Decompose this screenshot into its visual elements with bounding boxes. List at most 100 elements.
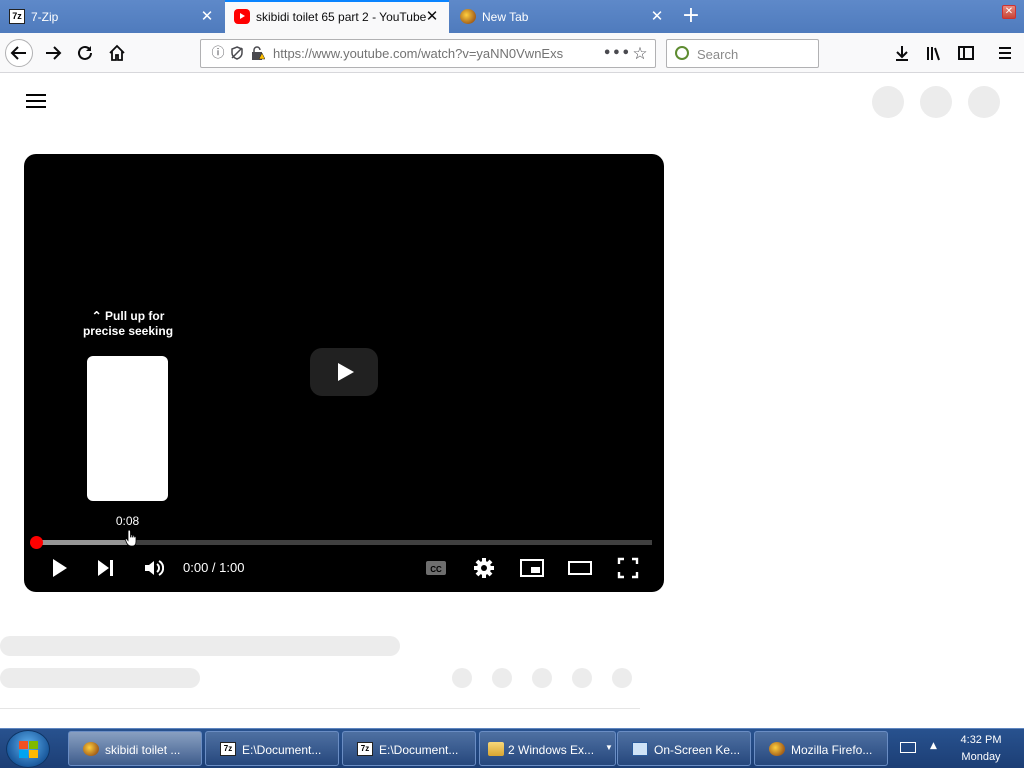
keyboard-layout-icon[interactable] xyxy=(900,742,916,753)
clock-time: 4:32 PM xyxy=(960,734,1002,746)
scrubber-handle[interactable] xyxy=(30,536,43,549)
chevron-down-icon: ▼ xyxy=(605,743,613,752)
closed-captions-icon: CC xyxy=(426,561,446,575)
taskbar-item-on-screen-keyboard[interactable]: On-Screen Ke... xyxy=(617,731,751,766)
hamburger-icon xyxy=(999,47,1011,59)
taskbar-item-label: On-Screen Ke... xyxy=(654,743,741,757)
channel-placeholder xyxy=(0,668,200,688)
action-placeholder xyxy=(452,668,472,688)
firefox-icon xyxy=(83,742,99,756)
home-icon xyxy=(109,44,125,61)
taskbar-item-windows-explorer[interactable]: 2 Windows Ex... ▼ xyxy=(479,731,616,766)
sidebar-button[interactable] xyxy=(952,39,980,67)
screen: 7z 7-Zip ✕ skibidi toilet 65 part 2 - Yo… xyxy=(0,0,1024,768)
menu-button[interactable] xyxy=(991,39,1019,67)
insecure-lock-icon[interactable] xyxy=(248,45,266,63)
clock[interactable]: 4:32 PM Monday xyxy=(950,732,1012,766)
taskbar-item-7zip-2[interactable]: 7z E:\Document... xyxy=(342,731,476,766)
tab-label: 7-Zip xyxy=(31,10,59,24)
taskbar-item-label: 2 Windows Ex... xyxy=(508,743,595,757)
seek-preview-thumbnail xyxy=(87,356,168,501)
7zip-icon: 7z xyxy=(357,742,373,756)
youtube-icon xyxy=(234,9,250,24)
action-placeholder xyxy=(532,668,552,688)
info-icon[interactable]: ⓘ xyxy=(209,45,227,63)
library-icon xyxy=(927,47,940,61)
mute-button[interactable] xyxy=(139,556,167,580)
tab-label: skibidi toilet 65 part 2 - YouTube xyxy=(256,10,427,24)
time-display: 0:00 / 1:00 xyxy=(183,560,245,575)
tab-7zip[interactable]: 7z 7-Zip ✕ xyxy=(0,0,224,33)
miniplayer-icon xyxy=(520,559,544,577)
video-player[interactable]: ⌃ Pull up for precise seeking 0:08 0:00 … xyxy=(24,154,664,592)
reload-button[interactable] xyxy=(71,39,99,67)
page-actions-icon[interactable]: ••• xyxy=(603,45,630,63)
progress-hover-fill xyxy=(36,540,129,545)
taskbar-item-label: E:\Document... xyxy=(242,743,322,757)
url-bar[interactable]: ⓘ https://www.youtube.com/watch?v=yaNN0V… xyxy=(200,39,656,68)
navigation-toolbar: ⓘ https://www.youtube.com/watch?v=yaNN0V… xyxy=(0,33,1024,73)
taskbar-item-firefox-youtube[interactable]: skibidi toilet ... xyxy=(68,731,202,766)
gear-icon xyxy=(474,558,494,578)
next-button[interactable] xyxy=(91,556,119,580)
taskbar-item-7zip-1[interactable]: 7z E:\Document... xyxy=(205,731,339,766)
bookmark-star-icon[interactable]: ☆ xyxy=(631,45,649,63)
clock-day: Monday xyxy=(961,751,1001,763)
forward-button[interactable] xyxy=(39,39,67,67)
settings-button[interactable] xyxy=(470,556,498,580)
divider xyxy=(0,708,640,709)
firefox-icon xyxy=(460,9,476,24)
7zip-icon: 7z xyxy=(9,9,25,24)
search-input[interactable]: Search xyxy=(666,39,819,68)
tab-label: New Tab xyxy=(482,10,529,24)
tab-strip: 7z 7-Zip ✕ skibidi toilet 65 part 2 - Yo… xyxy=(0,0,1024,33)
seek-preview-time: 0:08 xyxy=(115,514,140,528)
tab-youtube[interactable]: skibidi toilet 65 part 2 - YouTube ✕ xyxy=(225,0,449,33)
taskbar-item-label: skibidi toilet ... xyxy=(105,743,181,757)
fullscreen-icon xyxy=(617,557,639,579)
start-button[interactable] xyxy=(6,730,50,768)
show-hidden-icons-button[interactable]: ▲ xyxy=(930,741,937,751)
arrow-left-icon xyxy=(10,46,26,60)
folder-icon xyxy=(488,742,504,756)
action-placeholder xyxy=(612,668,632,688)
search-icon xyxy=(675,46,689,60)
action-placeholder xyxy=(572,668,592,688)
close-icon[interactable]: ✕ xyxy=(200,9,214,24)
keyboard-icon xyxy=(632,742,648,756)
back-button[interactable] xyxy=(5,39,33,67)
download-icon xyxy=(896,46,908,61)
large-play-button[interactable] xyxy=(310,348,378,396)
taskbar: skibidi toilet ... 7z E:\Document... 7z … xyxy=(0,728,1024,768)
title-placeholder xyxy=(0,636,400,656)
taskbar-item-label: Mozilla Firefo... xyxy=(791,743,873,757)
tracking-protection-icon[interactable] xyxy=(228,45,246,63)
search-placeholder: Search xyxy=(697,47,739,62)
tab-new-tab[interactable]: New Tab ✕ xyxy=(451,0,675,33)
new-tab-button[interactable]: + xyxy=(681,5,701,27)
play-button[interactable] xyxy=(45,556,73,580)
header-placeholder-circle xyxy=(968,86,1000,118)
svg-text:CC: CC xyxy=(430,565,442,574)
windows-logo-icon xyxy=(19,741,39,759)
url-text: https://www.youtube.com/watch?v=yaNN0Vwn… xyxy=(273,46,564,61)
guide-menu-button[interactable] xyxy=(26,94,46,110)
action-placeholder xyxy=(492,668,512,688)
library-button[interactable] xyxy=(920,39,948,67)
close-icon[interactable]: ✕ xyxy=(425,9,439,24)
home-button[interactable] xyxy=(103,39,131,67)
taskbar-item-mozilla-firefox[interactable]: Mozilla Firefo... xyxy=(754,731,888,766)
window-close-button[interactable]: ✕ xyxy=(1002,5,1016,19)
close-icon[interactable]: ✕ xyxy=(650,9,664,24)
sidebar-icon xyxy=(958,46,974,60)
taskbar-item-label: E:\Document... xyxy=(379,743,459,757)
play-icon xyxy=(53,559,67,577)
miniplayer-button[interactable] xyxy=(518,556,546,580)
downloads-button[interactable] xyxy=(888,39,916,67)
skip-next-icon xyxy=(98,560,113,576)
header-placeholder-circle xyxy=(872,86,904,118)
fullscreen-button[interactable] xyxy=(614,556,642,580)
subtitles-button[interactable]: CC xyxy=(422,556,450,580)
reload-icon xyxy=(78,45,92,60)
theater-mode-button[interactable] xyxy=(566,556,594,580)
